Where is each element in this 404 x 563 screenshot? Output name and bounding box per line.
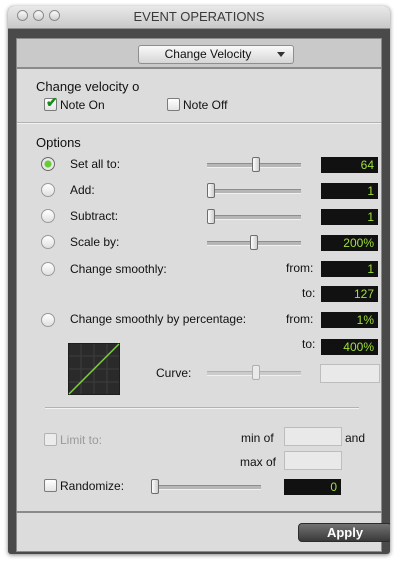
change-smoothly-pct-to-value[interactable]: 400%	[321, 339, 378, 355]
curve-label: Curve:	[156, 366, 192, 380]
max-of-label: max of	[240, 455, 277, 469]
note-on-checkbox[interactable]: ✔	[44, 94, 58, 111]
randomize-label: Randomize:	[60, 479, 125, 493]
change-smoothly-pct-radio[interactable]	[41, 313, 55, 327]
add-value[interactable]: 1	[321, 183, 378, 199]
set-all-to-value[interactable]: 64	[321, 157, 378, 173]
subtract-radio[interactable]	[41, 209, 55, 223]
apply-button[interactable]: Apply	[298, 523, 390, 542]
options-heading: Options	[36, 135, 81, 150]
scale-by-radio[interactable]	[41, 235, 55, 249]
operation-selector-panel: Change Velocity	[16, 38, 382, 68]
subtract-slider-knob[interactable]	[207, 209, 215, 224]
title-bar: EVENT OPERATIONS	[8, 6, 390, 29]
set-all-to-slider-knob[interactable]	[252, 157, 260, 172]
change-smoothly-label: Change smoothly:	[70, 262, 167, 276]
curve-slider-knob[interactable]	[252, 365, 260, 380]
change-smoothly-radio[interactable]	[41, 262, 55, 276]
chevron-down-icon	[277, 52, 285, 57]
limit-to-label: Limit to:	[60, 433, 103, 447]
footer-panel: Apply	[16, 512, 390, 552]
change-smoothly-pct-from-value[interactable]: 1%	[321, 312, 378, 328]
note-on-label: Note On	[60, 98, 105, 112]
set-all-to-label: Set all to:	[70, 157, 121, 171]
limit-to-checkbox[interactable]	[44, 433, 57, 446]
subtract-slider[interactable]	[207, 215, 301, 220]
scale-by-slider-knob[interactable]	[250, 235, 258, 250]
change-smoothly-to-value[interactable]: 127	[321, 286, 378, 302]
change-velocity-heading: Change velocity o	[36, 79, 140, 94]
randomize-value[interactable]: 0	[284, 479, 341, 495]
add-slider[interactable]	[207, 189, 301, 194]
operation-dropdown[interactable]: Change Velocity	[138, 45, 294, 64]
subtract-label: Subtract:	[70, 209, 119, 223]
randomize-checkbox[interactable]	[44, 479, 57, 492]
window-title: EVENT OPERATIONS	[133, 9, 265, 24]
limit-max-field[interactable]	[284, 451, 342, 470]
limits-divider	[45, 407, 359, 409]
operation-dropdown-label: Change Velocity	[164, 47, 252, 61]
note-off-checkbox[interactable]	[167, 98, 180, 111]
scale-by-value[interactable]: 200%	[321, 235, 378, 251]
change-smoothly-from-label: from:	[286, 261, 314, 275]
change-smoothly-from-value[interactable]: 1	[321, 261, 378, 277]
limit-min-field[interactable]	[284, 427, 342, 446]
checkmark-icon: ✔	[46, 94, 58, 110]
randomize-slider[interactable]	[151, 485, 261, 490]
add-radio[interactable]	[41, 183, 55, 197]
change-smoothly-to-label: to:	[302, 286, 316, 300]
add-label: Add:	[70, 183, 95, 197]
note-off-label: Note Off	[183, 98, 228, 112]
event-operations-window: EVENT OPERATIONS Change Velocity Change …	[8, 6, 390, 554]
curve-graph	[68, 343, 120, 395]
randomize-slider-knob[interactable]	[151, 479, 159, 494]
main-panel: Change velocity o ✔ Note On Note Off Opt…	[16, 68, 382, 512]
subtract-value[interactable]: 1	[321, 209, 378, 225]
and-label: and	[345, 431, 366, 445]
set-all-to-radio[interactable]	[41, 157, 55, 171]
curve-value[interactable]	[320, 364, 380, 383]
section-divider	[17, 122, 381, 124]
change-smoothly-pct-to-label: to:	[302, 337, 316, 351]
add-slider-knob[interactable]	[207, 183, 215, 198]
min-of-label: min of	[241, 431, 274, 445]
scale-by-label: Scale by:	[70, 235, 120, 249]
change-smoothly-pct-from-label: from:	[286, 312, 314, 326]
change-smoothly-pct-label: Change smoothly by percentage:	[70, 312, 247, 326]
